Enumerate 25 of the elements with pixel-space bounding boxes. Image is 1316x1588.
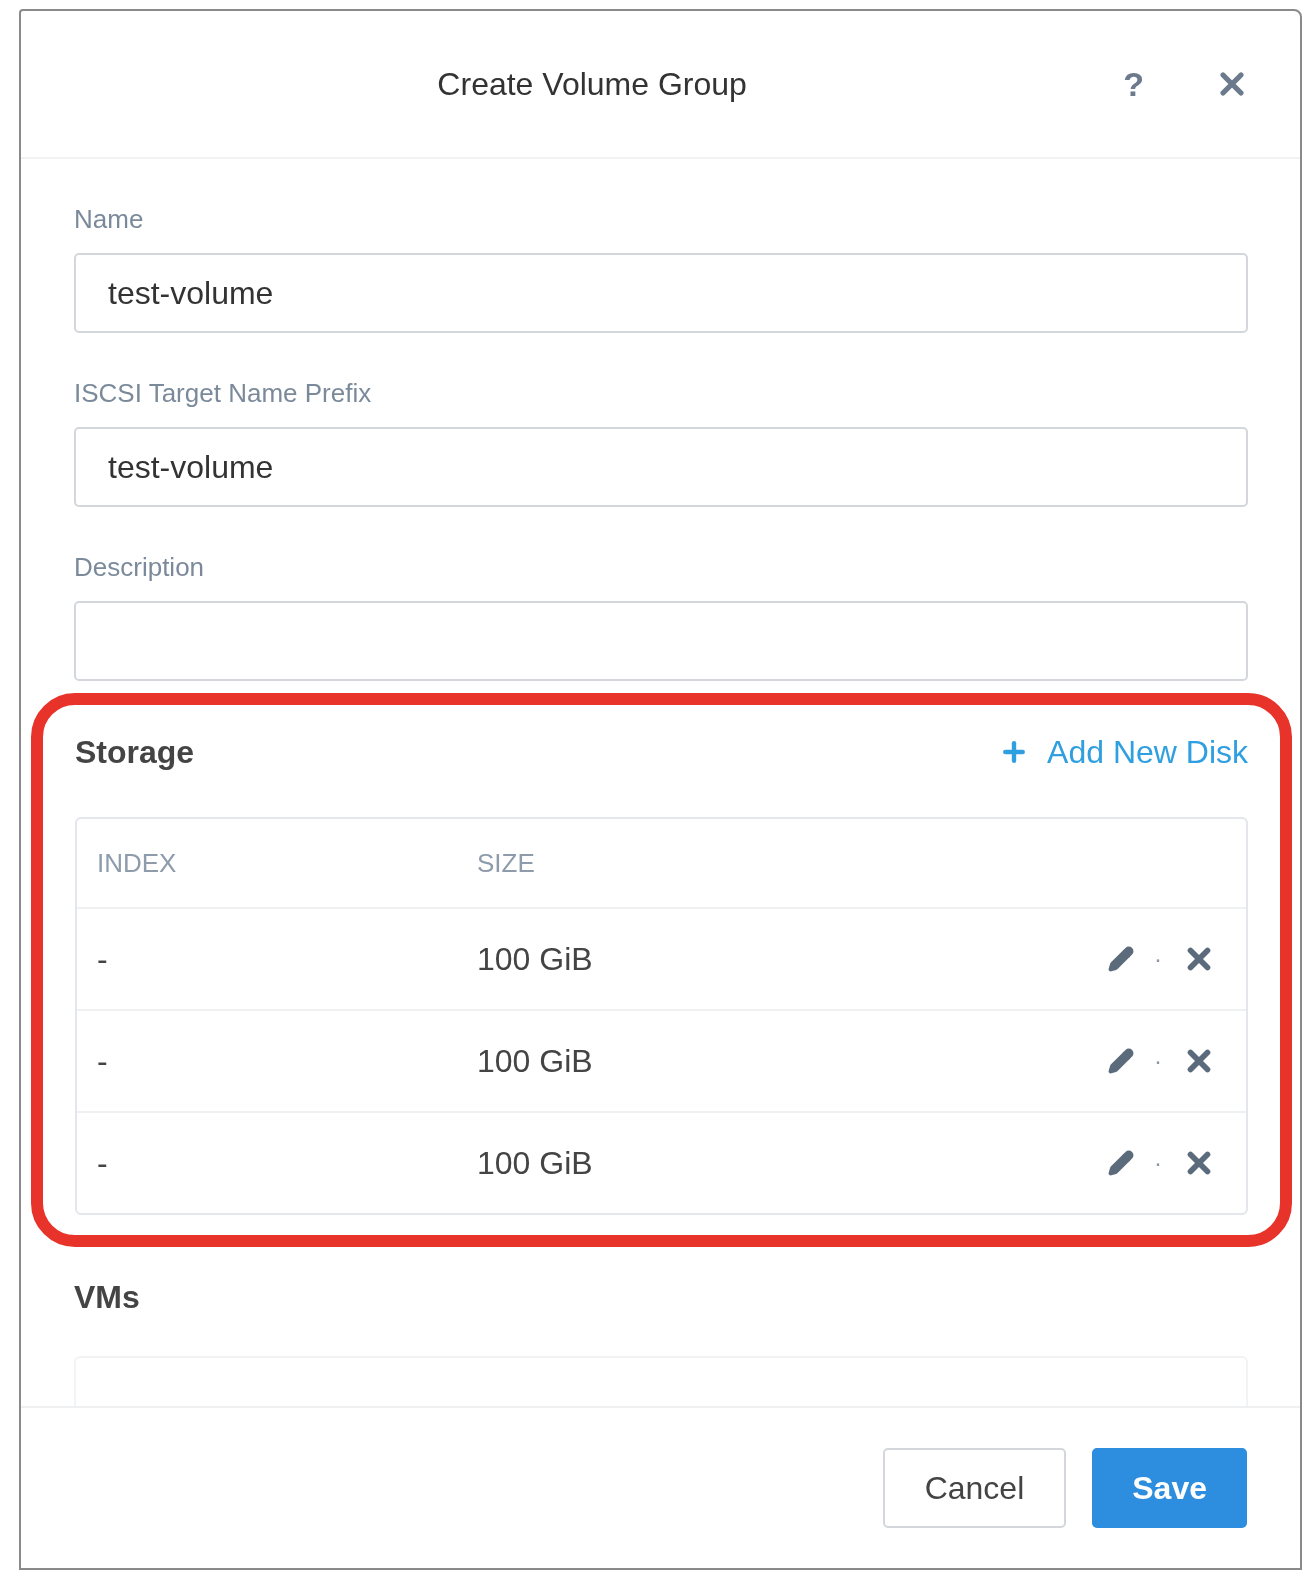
help-button[interactable]: ? — [1123, 64, 1144, 104]
table-cell-text: 100 GiB — [477, 1144, 594, 1182]
section-title: VMs — [74, 1279, 141, 1316]
section-title: Storage — [75, 733, 195, 771]
table-cell-text: - — [97, 1144, 109, 1182]
input-field[interactable]: test-volume — [74, 253, 1248, 333]
pencil-icon[interactable] — [1108, 946, 1134, 972]
table-cell-text: - — [97, 1042, 109, 1080]
table-cell-text: 100 GiB — [477, 940, 594, 978]
separator-dot: · — [1154, 1047, 1162, 1075]
column-header: SIZE — [477, 847, 536, 879]
field-label: ISCSI Target Name Prefix — [74, 378, 373, 409]
separator-dot: · — [1154, 945, 1162, 973]
input-field[interactable] — [74, 601, 1248, 681]
field-label: Description — [74, 552, 206, 583]
pencil-icon[interactable] — [1108, 1150, 1134, 1176]
dialog-title: Create Volume Group — [436, 65, 748, 103]
column-header: INDEX — [97, 847, 178, 879]
pencil-icon[interactable] — [1108, 1048, 1134, 1074]
table-cell-text: 100 GiB — [477, 1042, 594, 1080]
table-cell-text: - — [97, 940, 109, 978]
separator-dot: · — [1154, 1149, 1162, 1177]
input-field[interactable]: test-volume — [74, 427, 1248, 507]
field-label: Name — [74, 204, 145, 235]
cancel-button[interactable]: Cancel — [882, 1448, 1067, 1528]
